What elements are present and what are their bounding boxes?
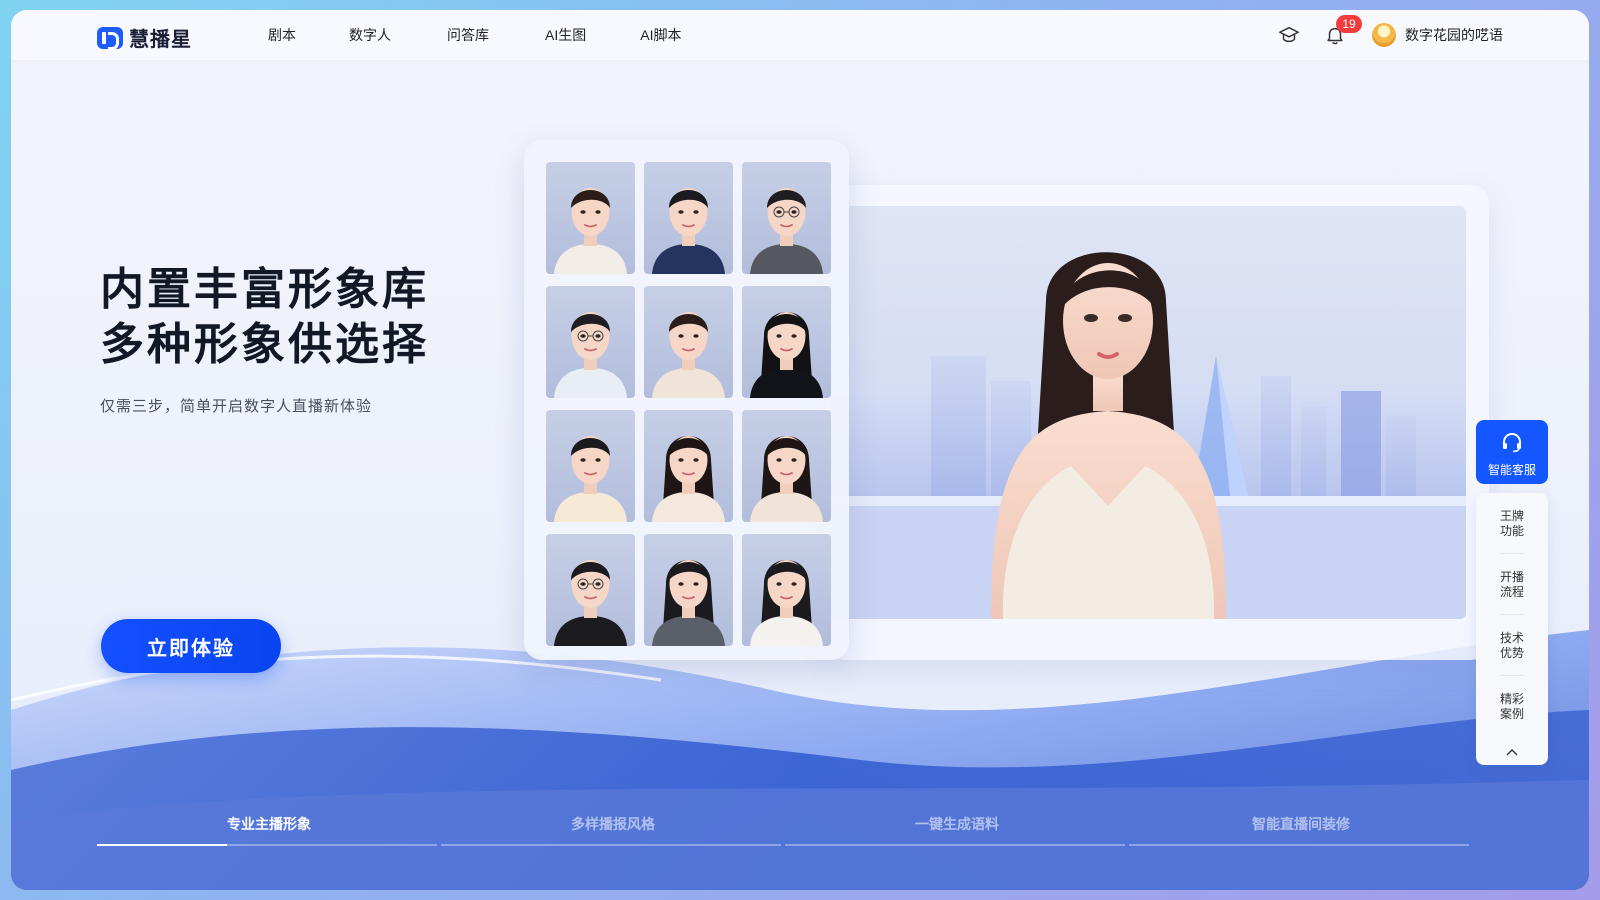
side-item-label: 优势 [1499,645,1524,660]
nav-item-qa-library[interactable]: 问答库 [447,25,489,45]
nav-item-digital-human[interactable]: 数字人 [349,25,391,45]
avatar-portrait[interactable] [742,410,831,522]
side-item-cases[interactable]: 精彩 案例 [1476,676,1548,737]
user-avatar[interactable] [1372,23,1396,47]
notifications-button[interactable]: 19 [1324,15,1362,46]
portrait-illustration [652,188,725,274]
tab-label: 一键生成语料 [915,816,999,832]
avatar-portrait[interactable] [546,534,635,646]
headset-icon [1503,432,1521,453]
try-now-button[interactable]: 立即体验 [101,619,281,673]
app-window: 慧播星 剧本 数字人 问答库 AI生图 AI脚本 19 数字花园的呓语 内置丰富… [11,10,1589,890]
portrait-illustration [652,436,725,522]
back-to-top-button[interactable] [1476,737,1548,767]
tab-generate-corpus[interactable]: 一键生成语料 [785,810,1129,850]
side-item-label: 功能 [1499,523,1524,538]
notification-badge: 19 [1336,15,1362,33]
portrait-illustration [750,312,823,398]
portrait-illustration [554,436,627,522]
tab-underline [785,844,1125,846]
portrait-illustration [652,312,725,398]
side-item-label: 案例 [1499,706,1524,721]
feature-tabs: 专业主播形象 多样播报风格 一键生成语料 智能直播间装修 [97,810,1473,850]
hero-title-line2: 多种形象供选择 [100,320,429,369]
side-item-broadcast-process[interactable]: 开播 流程 [1476,554,1548,615]
side-menu: 王牌 功能 开播 流程 技术 优势 精彩 案例 [1476,493,1548,765]
presenter-scene-illustration [831,252,1466,619]
tab-underline [97,844,437,846]
nav-item-script[interactable]: 剧本 [268,25,296,45]
portrait-illustration [750,436,823,522]
side-item-label: 流程 [1499,584,1524,599]
username[interactable]: 数字花园的呓语 [1405,25,1503,45]
smart-service-button[interactable]: 智能客服 [1476,420,1548,484]
tab-label: 专业主播形象 [227,816,311,832]
avatar-portrait[interactable] [546,286,635,398]
chevron-up-icon [1506,749,1518,756]
graduation-cap-icon[interactable] [1278,24,1300,46]
logo-icon [97,26,123,50]
avatar-portrait[interactable] [546,410,635,522]
nav-item-ai-script[interactable]: AI脚本 [640,25,681,45]
logo[interactable]: 慧播星 [97,23,192,52]
hero-title: 内置丰富形象库 多种形象供选择 [100,262,429,372]
avatar-portrait[interactable] [546,162,635,274]
smart-service-label: 智能客服 [1487,463,1536,477]
portrait-illustration [750,560,823,646]
avatar-library-panel [524,140,849,660]
avatar-portrait[interactable] [644,286,733,398]
side-item-label: 王牌 [1499,508,1524,523]
side-item-label: 技术 [1499,630,1524,645]
tab-label: 智能直播间装修 [1252,816,1350,832]
side-item-tech-advantages[interactable]: 技术 优势 [1476,615,1548,676]
nav-right: 19 数字花园的呓语 [1278,10,1503,60]
main-menu: 剧本 数字人 问答库 AI生图 AI脚本 [268,10,681,60]
side-item-label: 开播 [1499,569,1524,584]
hero-title-line1: 内置丰富形象库 [100,265,429,314]
top-nav: 慧播星 剧本 数字人 问答库 AI生图 AI脚本 19 数字花园的呓语 [11,10,1589,60]
portrait-illustration [554,188,627,274]
portrait-illustration [750,188,823,274]
tab-underline [1129,844,1469,846]
live-preview-image [831,206,1466,619]
avatar-portrait[interactable] [742,162,831,274]
side-item-key-features[interactable]: 王牌 功能 [1476,493,1548,554]
hero-subtitle: 仅需三步，简单开启数字人直播新体验 [100,398,373,415]
portrait-illustration [554,560,627,646]
tab-professional-avatars[interactable]: 专业主播形象 [97,810,441,850]
portrait-illustration [554,312,627,398]
nav-item-ai-image[interactable]: AI生图 [545,25,586,45]
avatar-portrait[interactable] [742,534,831,646]
tab-broadcast-styles[interactable]: 多样播报风格 [441,810,785,850]
avatar-portrait[interactable] [644,410,733,522]
avatar-portrait[interactable] [644,534,733,646]
portrait-illustration [652,560,725,646]
avatar-portrait[interactable] [742,286,831,398]
logo-text: 慧播星 [129,29,192,51]
avatar-grid [546,162,831,646]
tab-underline [441,844,781,846]
avatar-portrait[interactable] [644,162,733,274]
tab-label: 多样播报风格 [571,816,655,832]
tab-live-room-decoration[interactable]: 智能直播间装修 [1129,810,1473,850]
side-item-label: 精彩 [1499,691,1524,706]
